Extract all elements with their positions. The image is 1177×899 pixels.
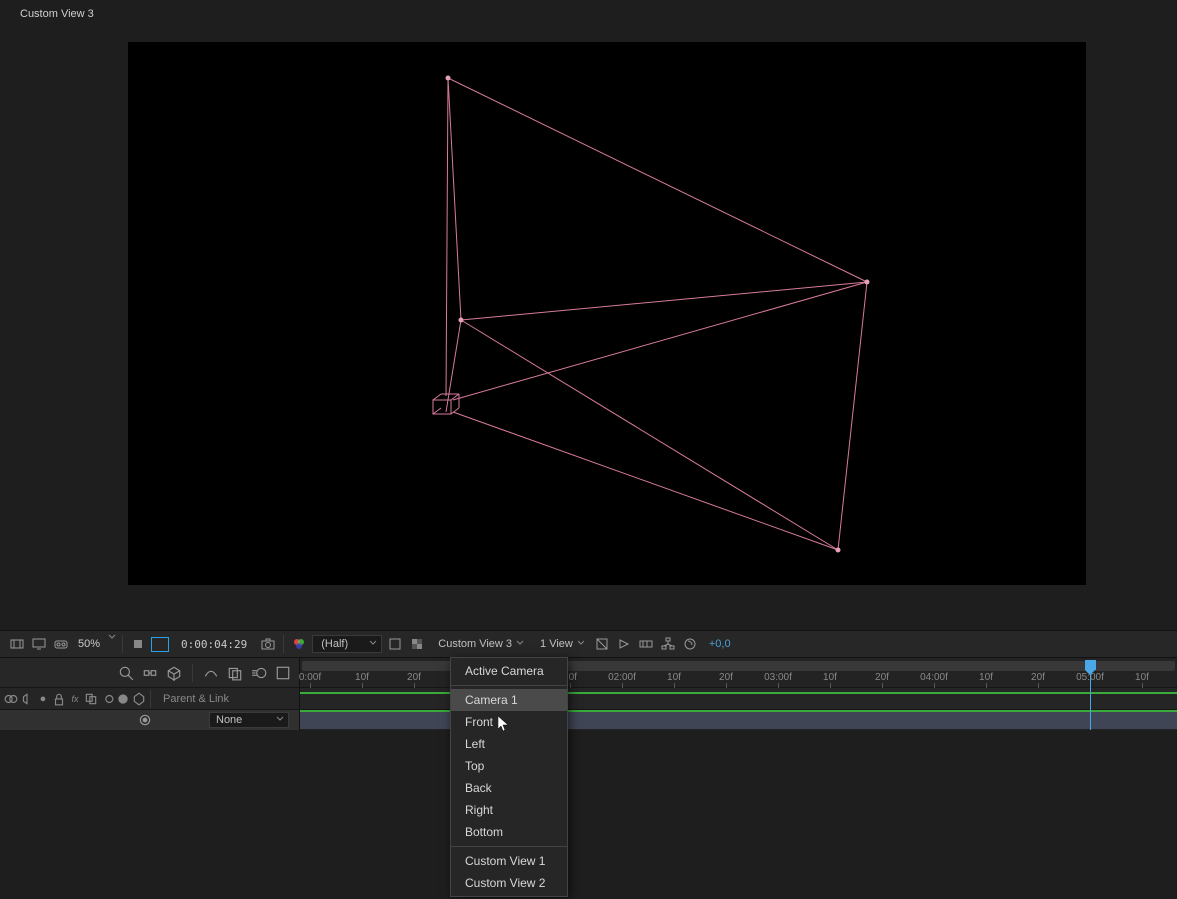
view-menu-item[interactable]: Camera 1 (451, 689, 567, 711)
pixel-aspect-icon[interactable] (593, 635, 611, 653)
ruler-tick-label: 10f (979, 672, 993, 683)
show-channel-icon[interactable] (129, 635, 147, 653)
ruler-tick-label: 10f (355, 672, 369, 683)
fast-previews-icon[interactable] (615, 635, 633, 653)
work-area-bar[interactable] (302, 661, 1175, 671)
view-menu-item[interactable]: Right (451, 799, 567, 821)
ruler-tick-label: 02:00f (608, 672, 636, 683)
safe-zones-icon[interactable] (151, 635, 169, 653)
ruler-tick-label: 20f (407, 672, 421, 683)
view-menu-item[interactable]: Active Camera (451, 660, 567, 682)
chevron-down-icon (369, 638, 377, 650)
motion-blur-col-icon (100, 692, 114, 706)
chevron-down-icon (516, 638, 524, 650)
ruler-tick-label: 20f (1031, 672, 1045, 683)
fx-icon: fx (68, 692, 82, 706)
layer-row[interactable]: None (0, 710, 299, 730)
color-management-icon[interactable] (290, 635, 308, 653)
ruler-tick-label: 0:00f (299, 672, 321, 683)
pickwhip-icon[interactable] (138, 713, 152, 727)
chevron-down-icon[interactable] (108, 632, 116, 644)
av-features-icon (4, 692, 18, 706)
render-icon[interactable] (681, 635, 699, 653)
menu-separator (451, 846, 567, 847)
ruler-tick-label: 20f (719, 672, 733, 683)
time-ruler[interactable]: 0:00f10f20f01:00f10f20f02:00f10f20f03:00… (300, 658, 1177, 688)
view-dropdown-menu: Active Camera Camera 1FrontLeftTopBackRig… (450, 657, 568, 897)
adjustment-icon (116, 692, 130, 706)
audio-icon (20, 692, 34, 706)
ruler-tick-label: 20f (875, 672, 889, 683)
current-time[interactable]: 0:00:04:29 (173, 638, 255, 651)
timeline-layer-panel: ● fx Parent & Link (0, 658, 300, 730)
exposure-value[interactable]: +0,0 (703, 638, 737, 650)
chevron-down-icon (276, 714, 284, 726)
solo-icon: ● (36, 692, 50, 706)
view-menu-item[interactable]: Front (451, 711, 567, 733)
camera-wireframe (128, 42, 1086, 585)
view-menu-item[interactable]: Left (451, 733, 567, 755)
zoom-value[interactable]: 50% (74, 638, 104, 650)
composition-mini-flowchart-icon[interactable] (142, 665, 158, 681)
layer-column-header: ● fx Parent & Link (0, 688, 299, 710)
view-selector-dropdown[interactable]: Custom View 3 (430, 636, 528, 652)
ruler-tick-label: 04:00f (920, 672, 948, 683)
viewport-label: Custom View 3 (20, 8, 94, 20)
ruler-tick-label: 03:00f (764, 672, 792, 683)
view-menu-item[interactable]: Bottom (451, 821, 567, 843)
vr-icon[interactable] (52, 635, 70, 653)
playhead[interactable] (1090, 660, 1091, 730)
preview-favorites-icon[interactable] (8, 635, 26, 653)
parent-link-header: Parent & Link (155, 693, 237, 705)
graph-editor-icon[interactable] (275, 665, 291, 681)
view-count-dropdown[interactable]: 1 View (532, 636, 589, 652)
timeline-tracks[interactable]: 0:00f10f20f01:00f10f20f02:00f10f20f03:00… (300, 658, 1177, 730)
hide-shy-icon[interactable] (203, 665, 219, 681)
view-menu-item[interactable]: Custom View 1 (451, 850, 567, 872)
view-menu-item[interactable]: Back (451, 777, 567, 799)
3d-layer-icon (132, 692, 146, 706)
track-row[interactable] (300, 710, 1177, 730)
viewport-3d[interactable] (128, 42, 1086, 585)
monitor-icon[interactable] (30, 635, 48, 653)
draft-3d-icon[interactable] (166, 665, 182, 681)
menu-separator (451, 685, 567, 686)
view-menu-item[interactable]: Top (451, 755, 567, 777)
resolution-dropdown[interactable]: (Half) (312, 635, 382, 653)
view-menu-item[interactable]: Custom View 2 (451, 872, 567, 894)
ruler-tick-label: 10f (823, 672, 837, 683)
search-icon[interactable] (118, 665, 134, 681)
chevron-down-icon (577, 638, 585, 650)
parent-dropdown[interactable]: None (209, 712, 289, 728)
timeline-icon[interactable] (637, 635, 655, 653)
transparency-grid-icon[interactable] (408, 635, 426, 653)
frame-blend-icon[interactable] (227, 665, 243, 681)
track-header (300, 688, 1177, 710)
frame-blending-icon (84, 692, 98, 706)
timeline-panel: ● fx Parent & Link (0, 658, 1177, 730)
ruler-tick-label: 10f (1135, 672, 1149, 683)
lock-icon (52, 692, 66, 706)
roi-icon[interactable] (386, 635, 404, 653)
flowchart-icon[interactable] (659, 635, 677, 653)
motion-blur-icon[interactable] (251, 665, 267, 681)
ruler-tick-label: 10f (667, 672, 681, 683)
composition-toolbar: 50% 0:00:04:29 (Half) (0, 630, 1177, 658)
snapshot-icon[interactable] (259, 635, 277, 653)
